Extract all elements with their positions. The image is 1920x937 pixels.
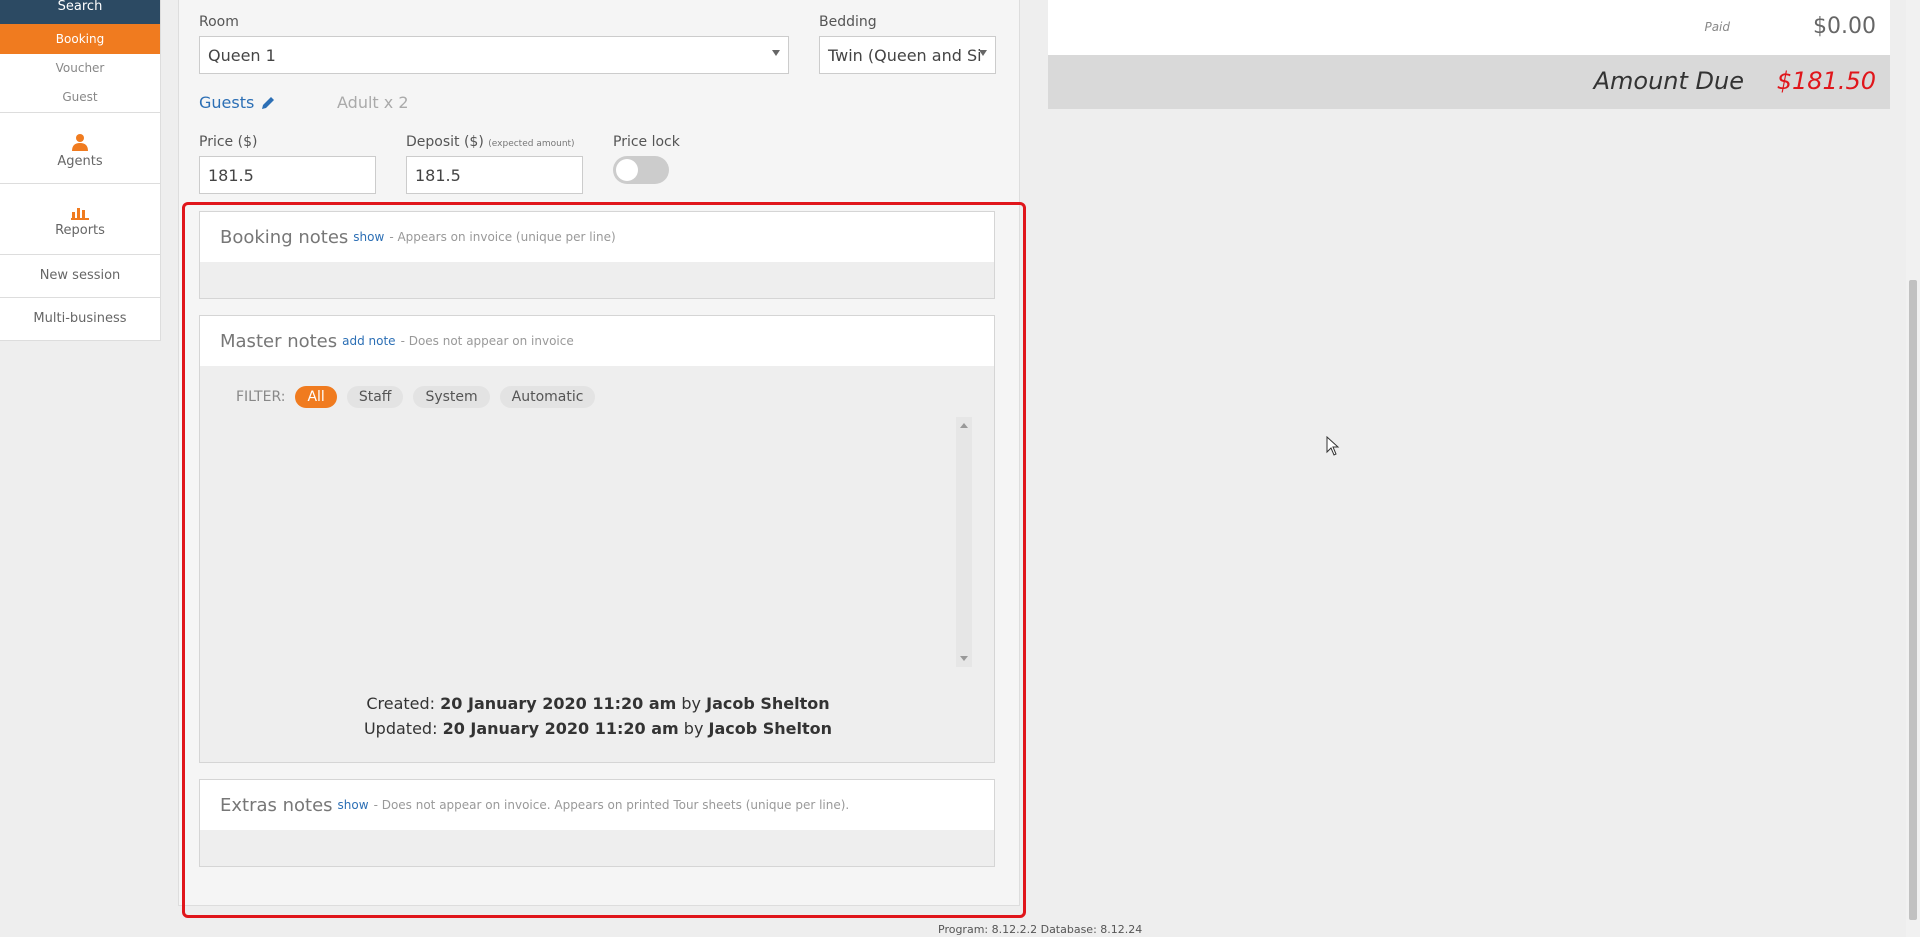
bedding-select[interactable]: Twin (Queen and Si (819, 36, 996, 74)
created-info: Created: 20 January 2020 11:20 am by Jac… (200, 694, 996, 713)
chevron-down-icon (979, 50, 987, 56)
guests-label: Guests (199, 93, 255, 112)
sidebar-item-multi-business[interactable]: Multi-business (0, 297, 160, 340)
guests-value: Adult x 2 (337, 93, 409, 112)
sidebar-item-guest[interactable]: Guest (0, 83, 160, 112)
created-label: Created: (366, 694, 436, 713)
deposit-input[interactable]: 181.5 (406, 156, 583, 194)
created-by: Jacob Shelton (706, 694, 830, 713)
guests-link[interactable]: Guests (199, 93, 276, 112)
sidebar-item-voucher[interactable]: Voucher (0, 54, 160, 83)
booking-notes-desc: - Appears on invoice (unique per line) (389, 230, 616, 244)
paid-value: $0.00 (1813, 14, 1876, 39)
master-notes-title: Master notes (220, 330, 338, 352)
filter-chip-all[interactable]: All (295, 386, 337, 408)
booking-panel: Room Queen 1 Bedding Twin (Queen and Si … (178, 0, 1020, 906)
mouse-cursor-icon (1326, 436, 1340, 456)
room-select[interactable]: Queen 1 (199, 36, 789, 74)
booking-notes-show-link[interactable]: show (353, 230, 384, 244)
booking-notes-header: Booking notes show - Appears on invoice … (200, 212, 994, 262)
payment-summary: Paid $0.00 Amount Due $181.50 (1048, 0, 1890, 109)
sidebar: Search Booking Voucher Guest Agents Repo… (0, 0, 161, 341)
bar-chart-icon (71, 208, 89, 220)
paid-row: Paid $0.00 (1048, 0, 1890, 55)
notes-scrollbar[interactable] (956, 417, 972, 667)
amount-due-row: Amount Due $181.50 (1048, 55, 1890, 109)
page-scrollbar[interactable] (1906, 0, 1920, 937)
filter-label: FILTER: (236, 389, 286, 405)
filter-chip-staff[interactable]: Staff (346, 386, 404, 408)
pencil-icon (262, 96, 275, 109)
sidebar-item-new-session[interactable]: New session (0, 254, 160, 297)
created-by-word: by (681, 694, 702, 713)
bedding-value: Twin (Queen and Si (828, 45, 982, 65)
sidebar-item-reports[interactable]: Reports (0, 183, 160, 254)
version-footer: Program: 8.12.2.2 Database: 8.12.24 (938, 923, 1143, 936)
sidebar-item-agents-label: Agents (57, 154, 103, 169)
deposit-hint: (expected amount) (488, 139, 575, 149)
updated-info: Updated: 20 January 2020 11:20 am by Jac… (200, 719, 996, 738)
deposit-label-group: Deposit ($) (expected amount) (406, 134, 575, 150)
chevron-down-icon (772, 50, 780, 56)
created-date: 20 January 2020 11:20 am (440, 694, 677, 713)
extras-notes-title: Extras notes (220, 794, 333, 816)
notes-filter: FILTER: All Staff System Automatic (236, 386, 596, 408)
updated-label: Updated: (363, 719, 438, 738)
extras-notes-header: Extras notes show - Does not appear on i… (200, 780, 994, 830)
agent-icon (72, 134, 88, 151)
page-scrollbar-thumb[interactable] (1909, 280, 1917, 920)
deposit-label: Deposit ($) (406, 134, 484, 150)
updated-by-word: by (683, 719, 704, 738)
booking-notes-section: Booking notes show - Appears on invoice … (199, 211, 995, 299)
filter-chip-automatic[interactable]: Automatic (499, 386, 596, 408)
sidebar-item-reports-label: Reports (55, 223, 105, 238)
bedding-label: Bedding (819, 14, 877, 30)
deposit-value: 181.5 (415, 165, 461, 185)
master-notes-header: Master notes add note - Does not appear … (200, 316, 994, 366)
filter-chip-system[interactable]: System (413, 386, 490, 408)
price-lock-toggle[interactable] (613, 156, 669, 184)
booking-notes-title: Booking notes (220, 226, 349, 248)
price-input[interactable]: 181.5 (199, 156, 376, 194)
sidebar-item-booking[interactable]: Booking (0, 24, 160, 54)
updated-date: 20 January 2020 11:20 am (442, 719, 679, 738)
master-notes-section: Master notes add note - Does not appear … (199, 315, 995, 763)
scroll-up-arrow-icon[interactable] (960, 423, 968, 428)
price-lock-label: Price lock (613, 134, 680, 150)
master-notes-desc: - Does not appear on invoice (400, 334, 574, 348)
extras-notes-show-link[interactable]: show (338, 798, 369, 812)
price-label: Price ($) (199, 134, 258, 150)
extras-notes-section: Extras notes show - Does not appear on i… (199, 779, 995, 867)
updated-by: Jacob Shelton (708, 719, 833, 738)
amount-due-value: $181.50 (1776, 67, 1876, 95)
room-value: Queen 1 (208, 45, 276, 65)
sidebar-item-search[interactable]: Search (0, 0, 160, 24)
sidebar-item-agents[interactable]: Agents (0, 112, 160, 183)
add-note-link[interactable]: add note (342, 334, 395, 348)
amount-due-label: Amount Due (1593, 67, 1744, 95)
paid-label: Paid (1704, 20, 1730, 34)
price-value: 181.5 (208, 165, 254, 185)
room-label: Room (199, 14, 239, 30)
extras-notes-desc: - Does not appear on invoice. Appears on… (373, 798, 850, 812)
scroll-down-arrow-icon[interactable] (960, 656, 968, 661)
toggle-knob (616, 159, 638, 181)
